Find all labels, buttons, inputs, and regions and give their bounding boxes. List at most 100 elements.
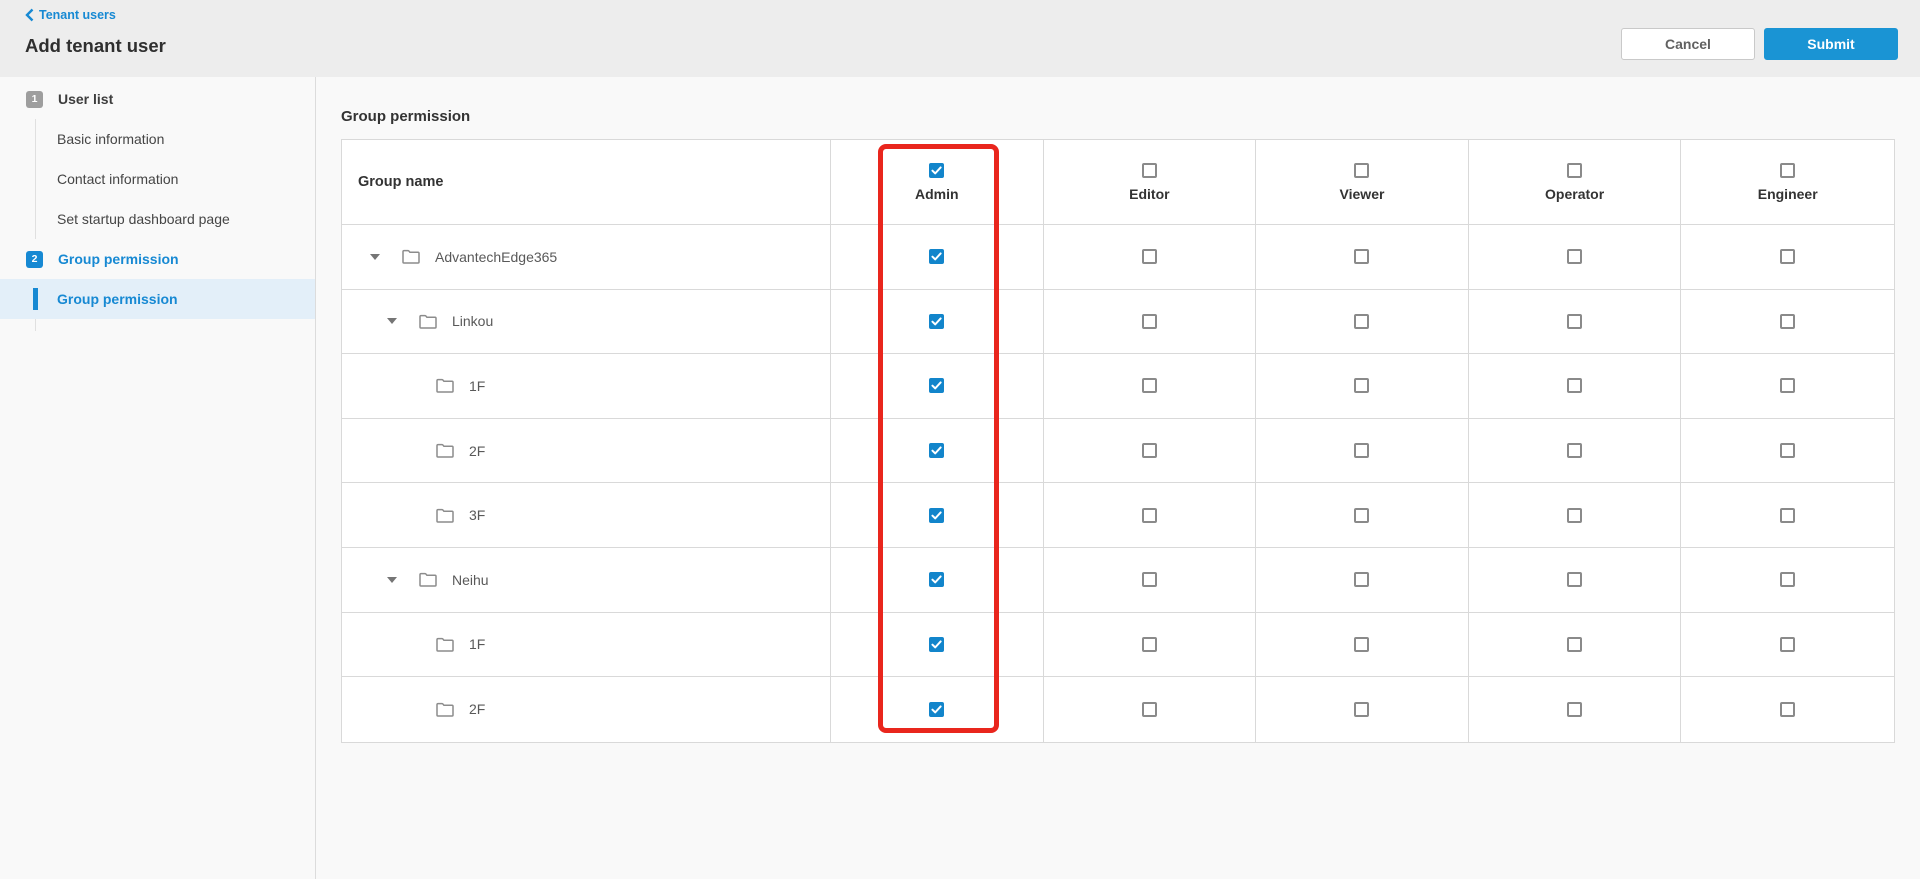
admin-permission-checkbox[interactable]	[929, 636, 945, 652]
engineer-permission-checkbox[interactable]	[1780, 507, 1796, 523]
permission-cell	[1468, 612, 1682, 678]
group-name-label: 2F	[469, 442, 486, 459]
check-icon	[931, 317, 942, 326]
viewer-permission-checkbox[interactable]	[1354, 572, 1370, 588]
group-name-label: 1F	[469, 636, 486, 653]
permission-column-header-operator: Operator	[1468, 140, 1682, 225]
group-name-cell: Linkou	[342, 289, 831, 355]
admin-permission-checkbox[interactable]	[929, 507, 945, 523]
editor-permission-checkbox[interactable]	[1141, 249, 1157, 265]
admin-permission-checkbox[interactable]	[929, 701, 945, 717]
back-link-label: Tenant users	[39, 8, 116, 22]
group-name-cell: 1F	[342, 354, 831, 419]
permission-cell	[831, 677, 1044, 742]
permission-cell	[1681, 225, 1894, 290]
main-panel: Group permission Group name Admin Editor…	[316, 77, 1920, 879]
group-name-label: 2F	[469, 701, 486, 718]
viewer-permission-checkbox[interactable]	[1354, 249, 1370, 265]
permission-cell	[1468, 289, 1682, 355]
permission-column-label: Viewer	[1339, 185, 1385, 202]
admin-permission-checkbox[interactable]	[929, 378, 945, 394]
folder-icon	[419, 572, 437, 588]
submit-button[interactable]: Submit	[1764, 28, 1898, 60]
viewer-permission-checkbox[interactable]	[1354, 507, 1370, 523]
viewer-permission-checkbox[interactable]	[1354, 443, 1370, 459]
permission-cell	[831, 483, 1044, 548]
group-name-cell: 2F	[342, 677, 831, 742]
admin-permission-checkbox[interactable]	[929, 249, 945, 265]
sidebar-substep-basic-information[interactable]: Basic information	[0, 119, 315, 159]
sidebar-substep-group-permission[interactable]: Group permission	[0, 279, 315, 319]
operator-permission-checkbox[interactable]	[1567, 507, 1583, 523]
operator-permission-checkbox[interactable]	[1567, 443, 1583, 459]
stepper-connector-line	[0, 319, 315, 331]
select-all-checkbox-engineer[interactable]	[1780, 162, 1796, 178]
sidebar-step-user-list[interactable]: 1 User list	[0, 79, 315, 119]
engineer-permission-checkbox[interactable]	[1780, 572, 1796, 588]
substep-label: Contact information	[57, 171, 179, 187]
editor-permission-checkbox[interactable]	[1141, 507, 1157, 523]
operator-permission-checkbox[interactable]	[1567, 378, 1583, 394]
section-title: Group permission	[341, 108, 471, 125]
caret-down-icon[interactable]	[387, 318, 397, 325]
admin-permission-checkbox[interactable]	[929, 313, 945, 329]
group-name-label: 3F	[469, 507, 486, 524]
permission-cell	[1256, 289, 1469, 355]
editor-permission-checkbox[interactable]	[1141, 443, 1157, 459]
viewer-permission-checkbox[interactable]	[1354, 701, 1370, 717]
folder-icon	[436, 637, 454, 652]
editor-permission-checkbox[interactable]	[1141, 313, 1157, 329]
operator-permission-checkbox[interactable]	[1567, 701, 1583, 717]
engineer-permission-checkbox[interactable]	[1780, 249, 1796, 265]
check-icon	[931, 381, 942, 390]
select-all-checkbox-editor[interactable]	[1141, 162, 1157, 178]
select-all-checkbox-operator[interactable]	[1567, 162, 1583, 178]
operator-permission-checkbox[interactable]	[1567, 572, 1583, 588]
engineer-permission-checkbox[interactable]	[1780, 443, 1796, 459]
permission-cell	[1468, 547, 1682, 613]
permission-cell	[831, 612, 1044, 678]
group-name-cell: 3F	[342, 483, 831, 548]
sidebar-substep-set-startup-dashboard-page[interactable]: Set startup dashboard page	[0, 199, 315, 239]
select-all-checkbox-viewer[interactable]	[1354, 162, 1370, 178]
check-icon	[931, 446, 942, 455]
check-icon	[931, 640, 942, 649]
permission-cell	[1256, 612, 1469, 678]
viewer-permission-checkbox[interactable]	[1354, 636, 1370, 652]
permission-cell	[831, 354, 1044, 419]
sidebar-step-group-permission[interactable]: 2 Group permission	[0, 239, 315, 279]
editor-permission-checkbox[interactable]	[1141, 572, 1157, 588]
check-icon	[931, 705, 942, 714]
engineer-permission-checkbox[interactable]	[1780, 313, 1796, 329]
editor-permission-checkbox[interactable]	[1141, 378, 1157, 394]
caret-down-icon[interactable]	[387, 576, 397, 583]
permission-column-header-editor: Editor	[1043, 140, 1257, 225]
substep-label: Group permission	[57, 291, 178, 307]
editor-permission-checkbox[interactable]	[1141, 701, 1157, 717]
folder-icon	[436, 508, 454, 523]
back-link[interactable]: Tenant users	[25, 8, 116, 22]
permission-cell	[1256, 354, 1469, 419]
admin-permission-checkbox[interactable]	[929, 572, 945, 588]
engineer-permission-checkbox[interactable]	[1780, 378, 1796, 394]
step-number-badge: 1	[26, 90, 43, 108]
page-title: Add tenant user	[25, 35, 166, 56]
engineer-permission-checkbox[interactable]	[1780, 636, 1796, 652]
permission-cell	[1256, 547, 1469, 613]
folder-icon	[436, 378, 454, 394]
engineer-permission-checkbox[interactable]	[1780, 701, 1796, 717]
editor-permission-checkbox[interactable]	[1141, 636, 1157, 652]
cancel-button[interactable]: Cancel	[1621, 28, 1755, 60]
group-name-cell: AdvantechEdge365	[342, 225, 831, 290]
operator-permission-checkbox[interactable]	[1567, 249, 1583, 265]
select-all-checkbox-admin[interactable]	[929, 162, 945, 178]
viewer-permission-checkbox[interactable]	[1354, 378, 1370, 394]
viewer-permission-checkbox[interactable]	[1354, 313, 1370, 329]
check-icon	[931, 165, 942, 174]
operator-permission-checkbox[interactable]	[1567, 636, 1583, 652]
operator-permission-checkbox[interactable]	[1567, 313, 1583, 329]
caret-down-icon[interactable]	[370, 253, 380, 260]
sidebar-substep-contact-information[interactable]: Contact information	[0, 159, 315, 199]
admin-permission-checkbox[interactable]	[929, 443, 945, 459]
group-name-cell: 1F	[342, 612, 831, 678]
